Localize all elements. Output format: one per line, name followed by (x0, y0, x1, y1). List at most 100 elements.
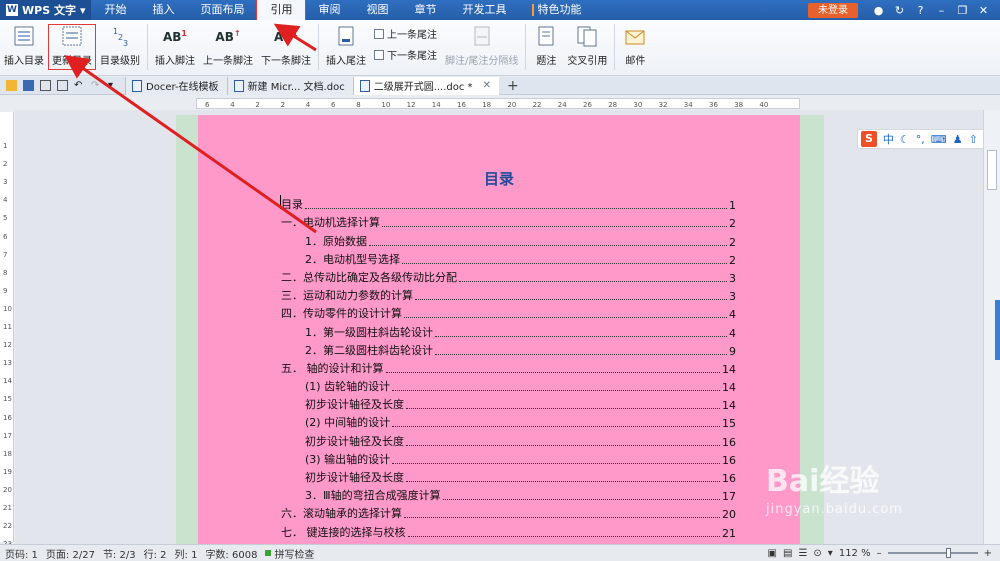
customize-icon[interactable]: ▾ (108, 80, 119, 91)
ruler-tick-label: 15 (3, 395, 12, 404)
new-tab-button[interactable]: + (499, 78, 527, 94)
toc-entry[interactable]: 目录 1 (281, 194, 736, 212)
toc-entry[interactable]: 初步设计轴径及长度 16 (281, 467, 736, 485)
undo-icon[interactable]: ↶ (74, 80, 85, 91)
insert-footnote-button[interactable]: AB1 插入脚注 (151, 24, 199, 70)
zoom-level[interactable]: 112 % (839, 548, 871, 559)
ruler-tick-label: 5 (3, 214, 8, 223)
view-outline-icon[interactable]: ☰ (798, 548, 807, 559)
tab-view[interactable]: 视图 (353, 0, 401, 20)
insert-toc-button[interactable]: 插入目录 (0, 24, 48, 70)
view-page-icon[interactable]: ▤ (783, 548, 792, 559)
skin-icon[interactable]: ● (872, 4, 885, 17)
spell-check-toggle[interactable]: 拼写检查 (265, 546, 322, 561)
zoom-dropdown-icon[interactable]: ▾ (828, 548, 833, 559)
document-page[interactable]: 目录 目录 1 一．电动机选择计算 2 1．原始数据 2 2．电动机型号选择 2 二．总传动比确… (198, 115, 800, 544)
ruler-tick-label: 6 (205, 101, 210, 109)
side-panel-toggle[interactable] (995, 300, 1000, 360)
toc-entry[interactable]: 二．总传动比确定及各级传动比分配 3 (281, 267, 736, 285)
vertical-ruler[interactable]: 1234567891011121314151617181920212223 (0, 112, 14, 548)
ruler-tick-label: 4 (306, 101, 311, 109)
help-icon[interactable]: ? (914, 4, 927, 17)
ruler-tick-label: 8 (3, 268, 8, 277)
toc-entry[interactable]: 五． 轴的设计和计算 14 (281, 358, 736, 376)
refresh-icon[interactable]: ↻ (893, 4, 906, 17)
zoom-slider-knob[interactable] (945, 548, 951, 558)
document-icon (233, 79, 244, 92)
toc-entry[interactable]: (3) 输出轴的设计 16 (281, 449, 736, 467)
toc-leader-dots (442, 499, 720, 501)
toc-entry[interactable]: 1．原始数据 2 (281, 230, 736, 249)
upload-icon[interactable]: ⇧ (969, 133, 978, 146)
tab-insert[interactable]: 插入 (139, 0, 187, 20)
insert-endnote-button[interactable]: 插入尾注 (322, 24, 370, 70)
ruler-tick-label: 6 (331, 101, 336, 109)
skin-icon[interactable]: ♟ (953, 133, 963, 146)
open-icon[interactable] (6, 80, 17, 91)
tab-review[interactable]: 审阅 (305, 0, 353, 20)
mail-button[interactable]: 邮件 (618, 24, 652, 70)
toc-entry[interactable]: 2．电动机型号选择 2 (281, 249, 736, 267)
toc-level-button[interactable]: 123 目录级别 (96, 24, 144, 70)
toc-entry[interactable]: 一．电动机选择计算 2 (281, 212, 736, 230)
prev-endnote-button[interactable]: 上一条尾注 (374, 26, 437, 41)
print-preview-icon[interactable] (57, 80, 68, 91)
separator-line-button[interactable]: 脚注/尾注分隔线 (441, 24, 522, 70)
app-menu-button[interactable]: W WPS 文字 ▾ (0, 0, 92, 20)
close-icon[interactable]: ✕ (977, 4, 990, 17)
redo-icon[interactable]: ↷ (91, 80, 102, 91)
punctuation-icon[interactable]: °, (916, 133, 925, 146)
login-button[interactable]: 未登录 (808, 2, 858, 18)
print-icon[interactable] (40, 80, 51, 91)
save-icon[interactable] (23, 80, 34, 91)
status-word-count[interactable]: 字数: 6008 (205, 546, 265, 561)
view-web-icon[interactable]: ⊙ (813, 548, 821, 559)
tab-page-layout[interactable]: 页面布局 (187, 0, 257, 20)
ruler-tick-label: 32 (659, 101, 668, 109)
next-footnote-button[interactable]: AB1 下一条脚注 (257, 24, 315, 70)
toc-entry[interactable]: 四．传动零件的设计计算 4 (281, 303, 736, 321)
toc-entry[interactable]: 3．Ⅲ轴的弯扭合成强度计算 17 (281, 485, 736, 503)
scrollbar-thumb[interactable] (987, 150, 997, 190)
tab-special-features[interactable]: 特色功能 (519, 0, 594, 20)
tab-new-document[interactable]: 新建 Micr... 文档.doc (226, 76, 353, 95)
ime-language[interactable]: 中 (883, 131, 894, 147)
next-endnote-button[interactable]: 下一条尾注 (374, 47, 437, 62)
zoom-slider[interactable] (887, 548, 978, 558)
view-full-screen-icon[interactable]: ▣ (768, 548, 777, 559)
close-tab-icon[interactable]: ✕ (483, 80, 491, 91)
tab-home[interactable]: 开始 (91, 0, 139, 20)
table-of-contents[interactable]: 目录 1 一．电动机选择计算 2 1．原始数据 2 2．电动机型号选择 2 二．总传动比确定及各… (281, 194, 736, 540)
minimize-icon[interactable]: – (935, 4, 948, 17)
keyboard-icon[interactable]: ⌨ (931, 133, 947, 146)
toc-entry-page: 4 (729, 326, 736, 340)
tab-current-document[interactable]: 二级展开式圆....doc * ✕ (352, 76, 499, 95)
moon-icon[interactable]: ☾ (900, 133, 910, 146)
toc-leader-dots (392, 462, 720, 464)
cross-reference-button[interactable]: 交叉引用 (563, 24, 611, 70)
tab-references[interactable]: 引用 (256, 0, 307, 21)
tab-docer-templates[interactable]: Docer-在线模板 (125, 76, 227, 95)
toc-entry[interactable]: 1．第一级圆柱斜齿轮设计 4 (281, 321, 736, 340)
toc-leader-dots (305, 208, 727, 210)
toc-entry[interactable]: 初步设计轴径及长度 16 (281, 430, 736, 449)
status-pages[interactable]: 页面: 2/27 (46, 546, 103, 561)
zoom-out-icon[interactable]: – (877, 548, 882, 559)
ruler-tick-label: 20 (507, 101, 516, 109)
prev-footnote-button[interactable]: AB↑ 上一条脚注 (199, 24, 257, 70)
horizontal-ruler[interactable]: 6 4 2 2 4 6 8 10 12 14 16 18 20 22 24 26 28 30 32 34 36 38 40 (196, 98, 800, 109)
toc-entry[interactable]: 初步设计轴径及长度 14 (281, 394, 736, 412)
toc-entry[interactable]: 六．滚动轴承的选择计算 20 (281, 503, 736, 521)
caption-button[interactable]: 题注 (529, 24, 563, 70)
toc-entry[interactable]: (2) 中间轴的设计 15 (281, 412, 736, 430)
tab-chapter[interactable]: 章节 (401, 0, 449, 20)
toc-entry[interactable]: 2．第二级圆柱斜齿轮设计 9 (281, 340, 736, 358)
toc-entry[interactable]: (1) 齿轮轴的设计 14 (281, 376, 736, 394)
toc-entry[interactable]: 三．运动和动力参数的计算 3 (281, 285, 736, 303)
restore-icon[interactable]: ❐ (956, 4, 969, 17)
tab-developer[interactable]: 开发工具 (449, 0, 519, 20)
toc-entry[interactable]: 七． 键连接的选择与校核 21 (281, 521, 736, 540)
update-toc-button[interactable]: 更新目录 (48, 24, 96, 70)
ime-toolbar[interactable]: S 中 ☾ °, ⌨ ♟ ⇧ ✦ (857, 129, 997, 149)
zoom-in-icon[interactable]: + (984, 548, 992, 559)
